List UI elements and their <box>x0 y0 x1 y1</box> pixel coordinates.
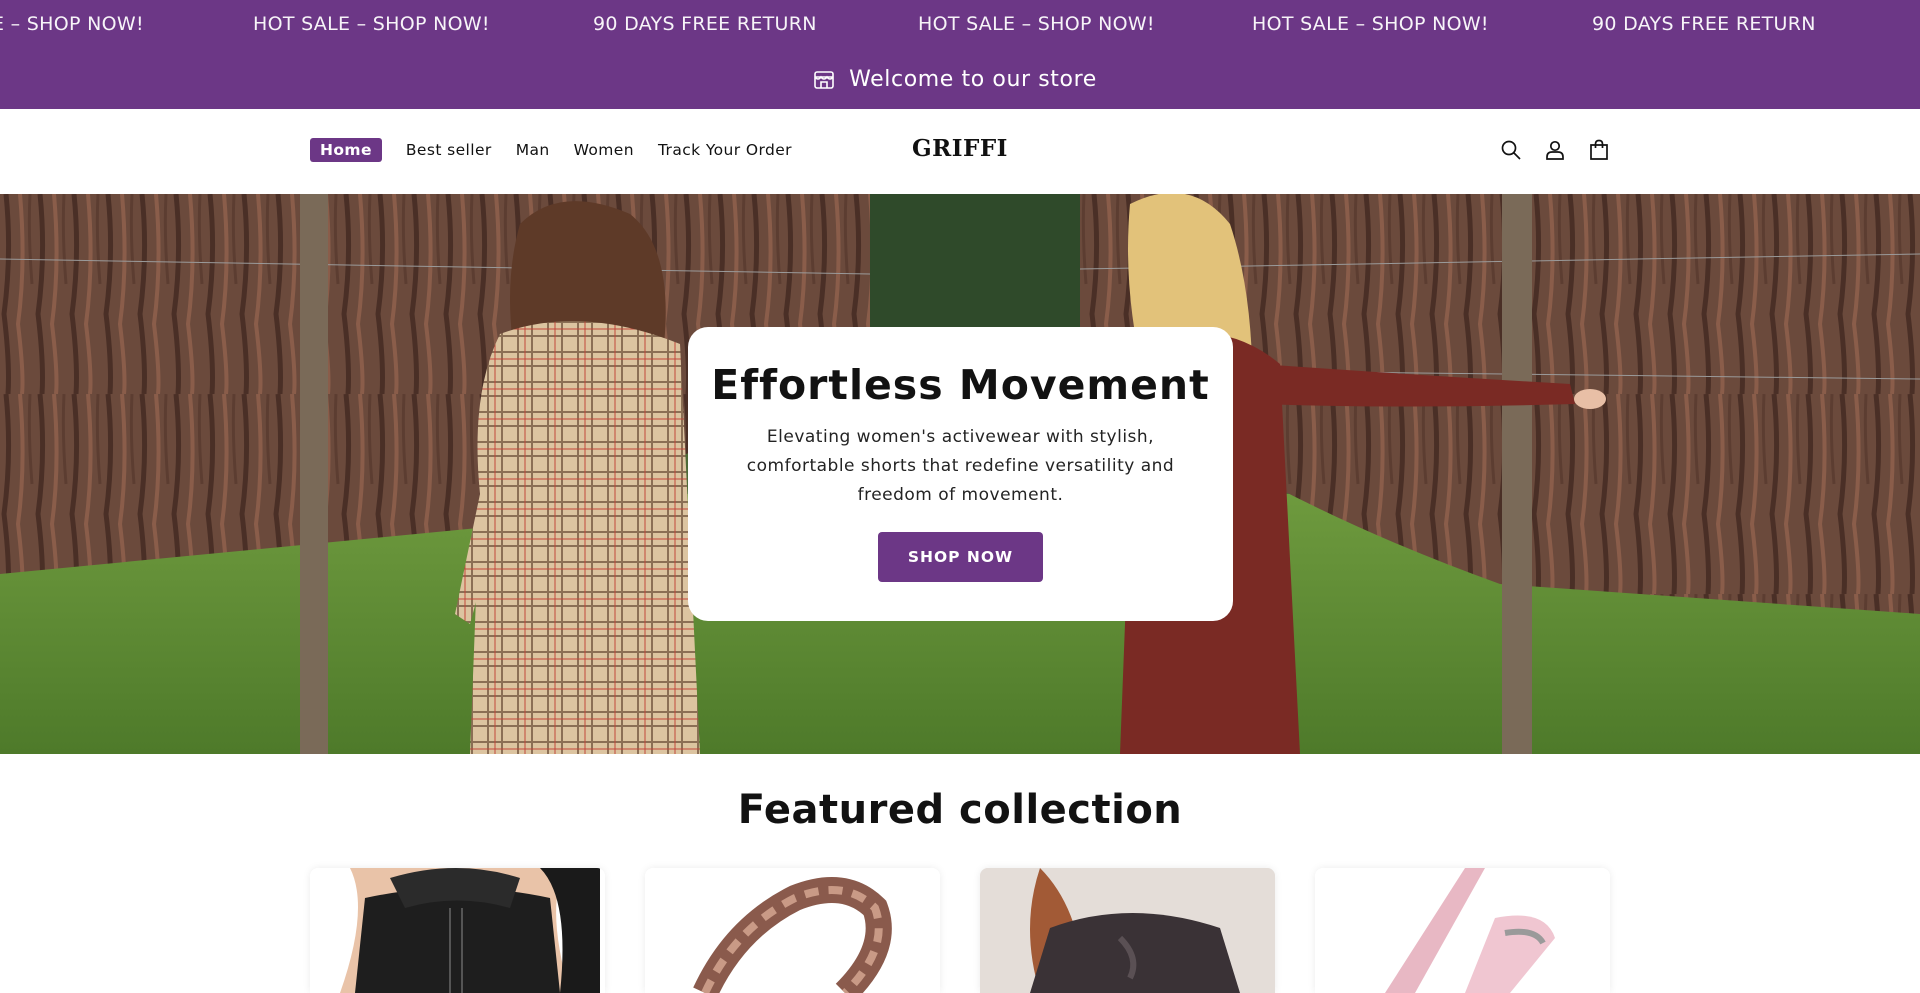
product-image <box>980 868 1275 993</box>
nav-item-women[interactable]: Women <box>574 138 634 162</box>
cart-icon[interactable] <box>1586 137 1612 163</box>
announcement-bar: Welcome to our store <box>0 50 1920 109</box>
featured-collection-title: Featured collection <box>737 787 1183 833</box>
shop-now-button[interactable]: SHOP NOW <box>877 532 1044 582</box>
hero-title: Effortless Movement <box>711 361 1210 409</box>
marquee-item: HOT SALE – SHOP NOW! <box>253 13 490 35</box>
nav-item-home[interactable]: Home <box>310 138 382 162</box>
marquee-item: 90 DAYS FREE RETURN <box>1592 13 1816 35</box>
announcement-text: Welcome to our store <box>849 67 1097 92</box>
marquee-item: 90 DAYS FREE RETURN <box>593 13 817 35</box>
header-icons <box>1498 137 1630 163</box>
marquee-item: E – SHOP NOW! <box>0 13 144 35</box>
product-card[interactable] <box>645 868 940 993</box>
hero-card: Effortless Movement Elevating women's ac… <box>688 327 1233 621</box>
product-card[interactable] <box>310 868 605 993</box>
product-card[interactable] <box>980 868 1275 993</box>
product-image <box>310 868 605 993</box>
hero-description: Elevating women's activewear with stylis… <box>746 427 1175 505</box>
marquee-item: HOT SALE – SHOP NOW! <box>918 13 1155 35</box>
marquee-bar: E – SHOP NOW! HOT SALE – SHOP NOW! 90 DA… <box>0 0 1920 50</box>
nav-item-man[interactable]: Man <box>516 138 550 162</box>
product-grid <box>310 868 1610 993</box>
product-image <box>1315 868 1610 993</box>
store-icon <box>813 69 835 91</box>
product-image <box>645 868 940 993</box>
site-header: Home Best seller Man Women Track Your Or… <box>0 109 1920 194</box>
main-nav: Home Best seller Man Women Track Your Or… <box>310 138 816 162</box>
marquee-item: HOT SALE – SHOP NOW! <box>1252 13 1489 35</box>
hero-banner: Effortless Movement Elevating women's ac… <box>0 194 1920 754</box>
nav-item-track-order[interactable]: Track Your Order <box>658 138 792 162</box>
site-logo[interactable]: GRIFFI <box>912 135 1008 162</box>
search-icon[interactable] <box>1498 137 1524 163</box>
nav-item-best-seller[interactable]: Best seller <box>406 138 492 162</box>
account-icon[interactable] <box>1542 137 1568 163</box>
product-card[interactable] <box>1315 868 1610 993</box>
